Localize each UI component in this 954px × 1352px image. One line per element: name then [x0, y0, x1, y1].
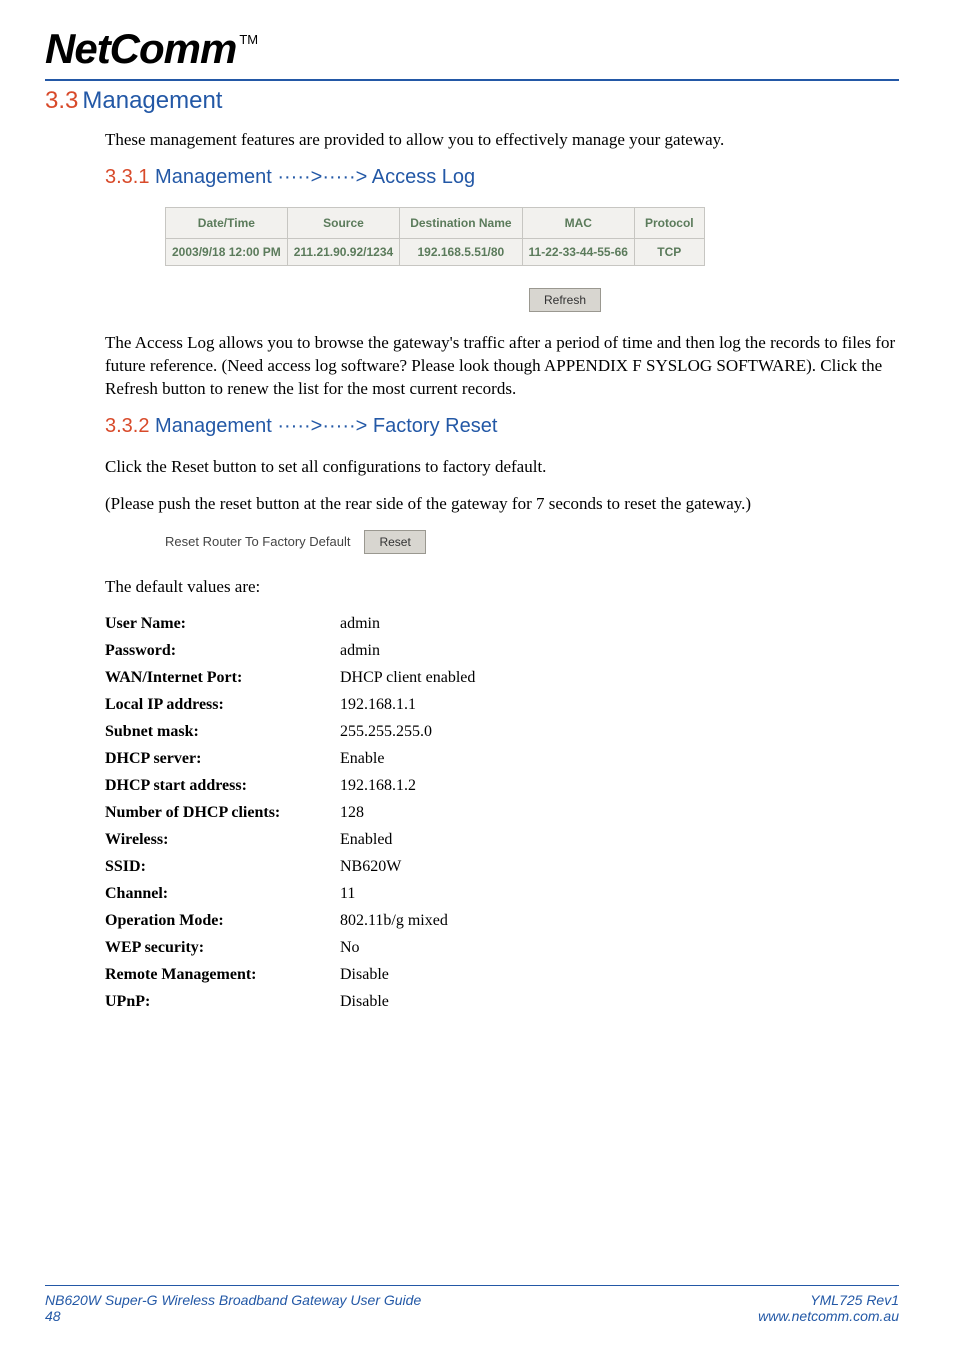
reset-button[interactable]: Reset — [364, 530, 425, 554]
default-key: DHCP start address: — [105, 777, 340, 795]
section-heading: 3.3 Management — [45, 87, 899, 115]
table-cell: 2003/9/18 12:00 PM — [166, 238, 288, 265]
section-title: Management — [82, 87, 222, 114]
header-rule — [45, 79, 899, 81]
default-value: 802.11b/g mixed — [340, 912, 448, 930]
brand-tm: TM — [239, 32, 258, 47]
subsection-prefix: Management — [155, 166, 272, 188]
default-key: Local IP address: — [105, 696, 340, 714]
reset-row: Reset Router To Factory Default Reset — [165, 530, 899, 554]
default-key: WEP security: — [105, 939, 340, 957]
table-cell: 192.168.5.51/80 — [400, 238, 522, 265]
default-key: Password: — [105, 642, 340, 660]
default-row: UPnP:Disable — [105, 993, 899, 1011]
col-dest: Destination Name — [400, 207, 522, 238]
default-row: DHCP server:Enable — [105, 750, 899, 768]
reset-label: Reset Router To Factory Default — [165, 534, 350, 549]
default-row: SSID:NB620W — [105, 858, 899, 876]
col-datetime: Date/Time — [166, 207, 288, 238]
default-value: 192.168.1.1 — [340, 696, 416, 714]
default-key: Operation Mode: — [105, 912, 340, 930]
default-row: Remote Management:Disable — [105, 966, 899, 984]
default-row: Channel:11 — [105, 885, 899, 903]
table-header-row: Date/Time Source Destination Name MAC Pr… — [166, 207, 705, 238]
col-protocol: Protocol — [634, 207, 704, 238]
default-row: WEP security:No — [105, 939, 899, 957]
page-footer: NB620W Super-G Wireless Broadband Gatewa… — [45, 1285, 899, 1324]
default-key: UPnP: — [105, 993, 340, 1011]
col-mac: MAC — [522, 207, 634, 238]
arrow-icon: ·····>·····> — [277, 166, 367, 188]
refresh-wrap: Refresh — [285, 288, 845, 312]
default-row: Subnet mask:255.255.255.0 — [105, 723, 899, 741]
default-row: WAN/Internet Port:DHCP client enabled — [105, 669, 899, 687]
col-source: Source — [287, 207, 399, 238]
subsection-title: Access Log — [372, 166, 475, 188]
default-row: Number of DHCP clients:128 — [105, 804, 899, 822]
default-value: 11 — [340, 885, 355, 903]
default-key: User Name: — [105, 615, 340, 633]
table-cell: 11-22-33-44-55-66 — [522, 238, 634, 265]
default-key: Number of DHCP clients: — [105, 804, 340, 822]
default-value: Enabled — [340, 831, 392, 849]
default-value: Disable — [340, 993, 389, 1011]
default-value: 192.168.1.2 — [340, 777, 416, 795]
default-value: admin — [340, 642, 380, 660]
table-row: 2003/9/18 12:00 PM211.21.90.92/1234192.1… — [166, 238, 705, 265]
default-key: Remote Management: — [105, 966, 340, 984]
brand-logo: NetCommTM — [45, 25, 899, 73]
access-log-table: Date/Time Source Destination Name MAC Pr… — [165, 207, 705, 266]
access-log-table-wrap: Date/Time Source Destination Name MAC Pr… — [165, 207, 899, 312]
section-number: 3.3 — [45, 87, 78, 114]
default-row: Password:admin — [105, 642, 899, 660]
subsection-title: Factory Reset — [373, 415, 497, 437]
arrow-icon: ·····>·····> — [277, 415, 367, 437]
footer-page-number: 48 — [45, 1308, 421, 1324]
default-value: Disable — [340, 966, 389, 984]
factory-reset-line2: (Please push the reset button at the rea… — [105, 493, 899, 516]
default-value: 255.255.255.0 — [340, 723, 432, 741]
footer-doc-title: NB620W Super-G Wireless Broadband Gatewa… — [45, 1292, 421, 1308]
brand-name: NetComm — [45, 25, 236, 73]
default-row: DHCP start address:192.168.1.2 — [105, 777, 899, 795]
default-row: User Name:admin — [105, 615, 899, 633]
default-value: DHCP client enabled — [340, 669, 475, 687]
default-value: 128 — [340, 804, 364, 822]
subsection-prefix: Management — [155, 415, 272, 437]
default-row: Wireless:Enabled — [105, 831, 899, 849]
default-key: SSID: — [105, 858, 340, 876]
default-key: Channel: — [105, 885, 340, 903]
default-key: Wireless: — [105, 831, 340, 849]
section-intro: These management features are provided t… — [105, 129, 899, 152]
subsection-number: 3.3.2 — [105, 415, 149, 437]
default-value: Enable — [340, 750, 384, 768]
default-key: DHCP server: — [105, 750, 340, 768]
defaults-list: User Name:adminPassword:adminWAN/Interne… — [105, 615, 899, 1011]
subsection-number: 3.3.1 — [105, 166, 149, 188]
access-log-description: The Access Log allows you to browse the … — [105, 332, 899, 401]
default-key: WAN/Internet Port: — [105, 669, 340, 687]
default-row: Local IP address:192.168.1.1 — [105, 696, 899, 714]
default-row: Operation Mode:802.11b/g mixed — [105, 912, 899, 930]
footer-revision: YML725 Rev1 — [758, 1292, 899, 1308]
subsection-access-log-heading: 3.3.1 Management ·····>·····> Access Log — [105, 166, 899, 189]
defaults-intro: The default values are: — [105, 576, 899, 599]
default-value: No — [340, 939, 360, 957]
default-value: admin — [340, 615, 380, 633]
subsection-factory-reset-heading: 3.3.2 Management ·····>·····> Factory Re… — [105, 415, 899, 438]
footer-url: www.netcomm.com.au — [758, 1308, 899, 1324]
default-value: NB620W — [340, 858, 401, 876]
default-key: Subnet mask: — [105, 723, 340, 741]
footer-rule — [45, 1285, 899, 1286]
table-cell: TCP — [634, 238, 704, 265]
refresh-button[interactable]: Refresh — [529, 288, 601, 312]
factory-reset-line1: Click the Reset button to set all config… — [105, 456, 899, 479]
table-cell: 211.21.90.92/1234 — [287, 238, 399, 265]
